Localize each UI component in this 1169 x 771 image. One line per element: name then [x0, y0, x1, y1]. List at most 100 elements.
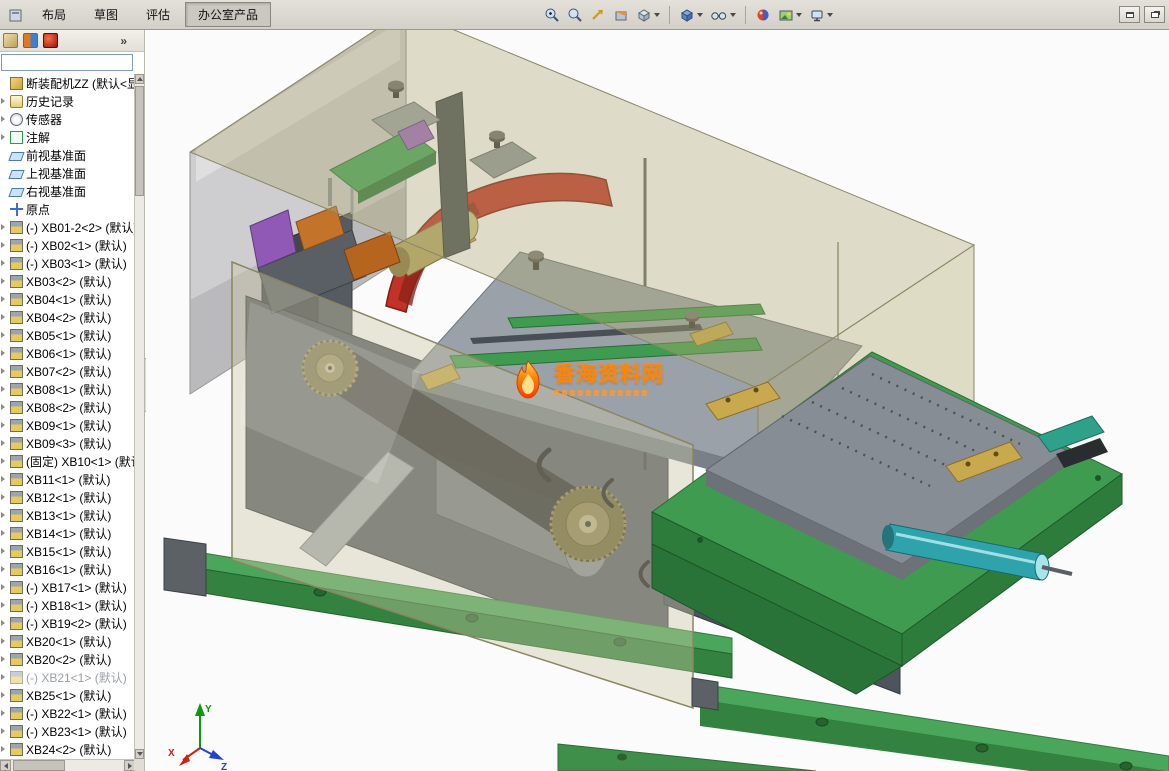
dropdown-caret-icon[interactable] — [796, 12, 803, 17]
dropdown-caret-icon[interactable] — [730, 12, 737, 17]
expand-arrow-icon[interactable] — [1, 368, 10, 374]
scroll-thumb[interactable] — [13, 760, 65, 771]
expand-arrow-icon[interactable] — [1, 296, 10, 302]
tree-item[interactable]: 历史记录 — [0, 92, 135, 110]
tree-item[interactable]: 传感器 — [0, 110, 135, 128]
scroll-down-button[interactable] — [135, 749, 144, 759]
view-settings-button[interactable] — [807, 5, 835, 25]
expand-arrow-icon[interactable] — [1, 692, 10, 698]
tree-item[interactable]: (-) XB02<1> (默认) — [0, 236, 135, 254]
tree-item[interactable]: XB04<2> (默认) — [0, 308, 135, 326]
display-manager-tab-icon[interactable] — [43, 33, 58, 48]
tree-item[interactable]: XB20<1> (默认) — [0, 632, 135, 650]
expand-arrow-icon[interactable] — [1, 224, 10, 230]
tree-item[interactable]: XB25<1> (默认) — [0, 686, 135, 704]
tree-item[interactable]: 断装配机ZZ (默认<显示 — [0, 74, 135, 92]
expand-arrow-icon[interactable] — [1, 404, 10, 410]
expand-arrow-icon[interactable] — [1, 350, 10, 356]
expand-arrow-icon[interactable] — [1, 674, 10, 680]
expand-arrow-icon[interactable] — [1, 332, 10, 338]
previous-view-button[interactable] — [588, 5, 608, 25]
expand-arrow-icon[interactable] — [1, 566, 10, 572]
expand-arrow-icon[interactable] — [1, 386, 10, 392]
tree-item[interactable]: XB11<1> (默认) — [0, 470, 135, 488]
tree-item[interactable]: 前视基准面 — [0, 146, 135, 164]
tree-item[interactable]: XB03<2> (默认) — [0, 272, 135, 290]
tree-item[interactable]: XB07<2> (默认) — [0, 362, 135, 380]
panel-overflow-button[interactable]: » — [120, 34, 141, 48]
doc-restore-button[interactable] — [1144, 6, 1165, 23]
graphics-viewport[interactable]: Y X Z 香海资料网 — [146, 30, 1169, 771]
scroll-up-button[interactable] — [135, 74, 144, 84]
zoom-to-area-button[interactable] — [565, 5, 585, 25]
tree-item[interactable]: 上视基准面 — [0, 164, 135, 182]
expand-arrow-icon[interactable] — [1, 206, 10, 212]
tree-item[interactable]: XB08<2> (默认) — [0, 398, 135, 416]
zoom-to-fit-button[interactable] — [542, 5, 562, 25]
tree-item[interactable]: (固定) XB10<1> (默认) — [0, 452, 135, 470]
expand-arrow-icon[interactable] — [1, 584, 10, 590]
expand-arrow-icon[interactable] — [1, 548, 10, 554]
tree-item[interactable]: XB04<1> (默认) — [0, 290, 135, 308]
tree-item[interactable]: 原点 — [0, 200, 135, 218]
expand-arrow-icon[interactable] — [1, 422, 10, 428]
tree-item[interactable]: XB12<1> (默认) — [0, 488, 135, 506]
expand-arrow-icon[interactable] — [1, 242, 10, 248]
scroll-left-button[interactable] — [0, 760, 11, 771]
tree-item[interactable]: XB16<1> (默认) — [0, 560, 135, 578]
edit-appearance-button[interactable] — [753, 5, 773, 25]
apply-scene-button[interactable] — [776, 5, 804, 25]
expand-arrow-icon[interactable] — [1, 512, 10, 518]
tree-item[interactable]: XB14<1> (默认) — [0, 524, 135, 542]
tree-item[interactable]: (-) XB18<1> (默认) — [0, 596, 135, 614]
tree-item[interactable]: XB20<2> (默认) — [0, 650, 135, 668]
expand-arrow-icon[interactable] — [1, 440, 10, 446]
property-manager-tab-icon[interactable] — [23, 33, 38, 48]
tree-item[interactable]: XB15<1> (默认) — [0, 542, 135, 560]
doc-minimize-button[interactable] — [1119, 6, 1140, 23]
section-view-button[interactable] — [611, 5, 631, 25]
tree-item[interactable]: (-) XB01-2<2> (默认) — [0, 218, 135, 236]
dropdown-caret-icon[interactable] — [827, 12, 834, 17]
expand-arrow-icon[interactable] — [1, 494, 10, 500]
tree-item[interactable]: 右视基准面 — [0, 182, 135, 200]
feature-manager-tab-icon[interactable] — [3, 33, 18, 48]
ribbon-tab[interactable]: 办公室产品 — [185, 2, 272, 27]
tree-item[interactable]: XB13<1> (默认) — [0, 506, 135, 524]
expand-arrow-icon[interactable] — [1, 98, 10, 104]
expand-arrow-icon[interactable] — [1, 746, 10, 752]
tree-item[interactable]: (-) XB21<1> (默认) — [0, 668, 135, 686]
expand-arrow-icon[interactable] — [1, 116, 10, 122]
scroll-thumb[interactable] — [135, 86, 144, 196]
display-style-button[interactable] — [677, 5, 705, 25]
view-orientation-button[interactable] — [634, 5, 662, 25]
tree-item[interactable]: (-) XB03<1> (默认) — [0, 254, 135, 272]
dropdown-caret-icon[interactable] — [654, 12, 661, 17]
expand-arrow-icon[interactable] — [1, 260, 10, 266]
tree-filter-input[interactable] — [1, 54, 133, 71]
tree-item[interactable]: (-) XB19<2> (默认) — [0, 614, 135, 632]
tree-item[interactable]: XB24<2> (默认) — [0, 740, 135, 758]
ribbon-tab[interactable]: 布局 — [29, 2, 79, 27]
tree-item[interactable]: 注解 — [0, 128, 135, 146]
tree-item[interactable]: XB08<1> (默认) — [0, 380, 135, 398]
expand-arrow-icon[interactable] — [1, 638, 10, 644]
expand-arrow-icon[interactable] — [1, 458, 10, 464]
tree-item[interactable]: XB09<3> (默认) — [0, 434, 135, 452]
ribbon-tab[interactable]: 评估 — [133, 2, 183, 27]
dropdown-caret-icon[interactable] — [697, 12, 704, 17]
tree-item[interactable]: XB09<1> (默认) — [0, 416, 135, 434]
ribbon-tab[interactable]: 草图 — [81, 2, 131, 27]
expand-arrow-icon[interactable] — [1, 278, 10, 284]
tree-item[interactable]: (-) XB17<1> (默认) — [0, 578, 135, 596]
expand-arrow-icon[interactable] — [1, 80, 10, 86]
tree-item[interactable]: (-) XB23<1> (默认) — [0, 722, 135, 740]
tree-item[interactable]: XB06<1> (默认) — [0, 344, 135, 362]
expand-arrow-icon[interactable] — [1, 530, 10, 536]
hide-show-items-button[interactable] — [708, 5, 738, 25]
expand-arrow-icon[interactable] — [1, 602, 10, 608]
expand-arrow-icon[interactable] — [1, 620, 10, 626]
expand-arrow-icon[interactable] — [1, 134, 10, 140]
tree-item[interactable]: XB05<1> (默认) — [0, 326, 135, 344]
expand-arrow-icon[interactable] — [1, 656, 10, 662]
